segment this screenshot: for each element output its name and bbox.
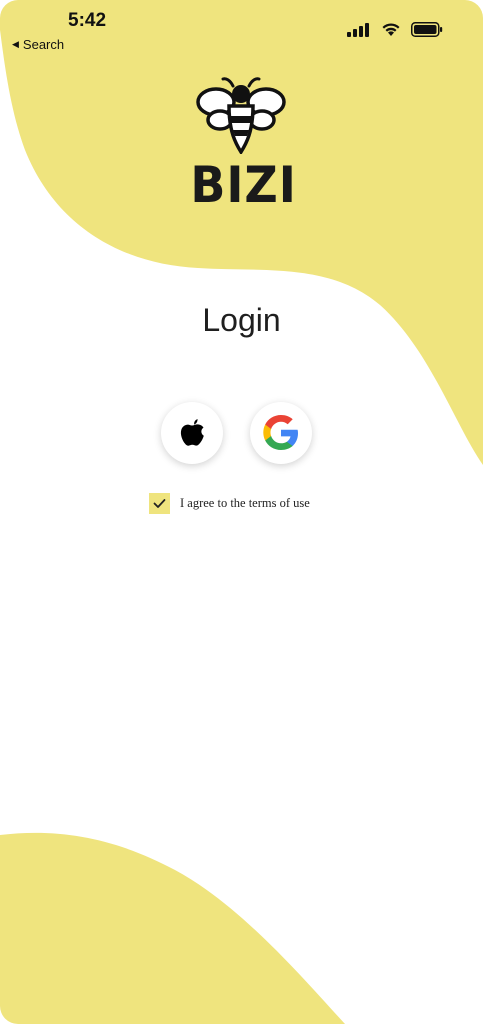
checkmark-icon	[153, 499, 166, 508]
brand-name: BIZI	[190, 156, 297, 214]
status-icons	[347, 22, 443, 37]
google-icon	[263, 415, 298, 450]
brand-logo: BIZI	[186, 74, 296, 224]
back-label: Search	[22, 37, 65, 52]
google-login-button[interactable]	[250, 402, 312, 464]
wifi-icon	[382, 22, 400, 36]
top-yellow-blob	[0, 0, 483, 465]
bee-icon	[196, 77, 286, 154]
terms-agreement: I agree to the terms of use	[149, 493, 310, 514]
battery-icon	[411, 22, 443, 37]
back-to-search-button[interactable]: ◀ Search	[12, 37, 64, 52]
login-screen: 5:42 ◀ Search BIZI Login I agree to the …	[0, 0, 483, 1024]
signal-icon	[347, 22, 369, 37]
apple-icon	[180, 419, 204, 446]
back-arrow-icon: ◀	[12, 39, 19, 49]
terms-checkbox[interactable]	[149, 493, 170, 514]
page-title: Login	[202, 302, 281, 338]
status-bar: 5:42 ◀ Search	[0, 0, 483, 56]
bottom-yellow-blob	[0, 832, 345, 1024]
apple-login-button[interactable]	[161, 402, 223, 464]
status-time: 5:42	[68, 10, 107, 31]
terms-label: I agree to the terms of use	[180, 496, 310, 510]
